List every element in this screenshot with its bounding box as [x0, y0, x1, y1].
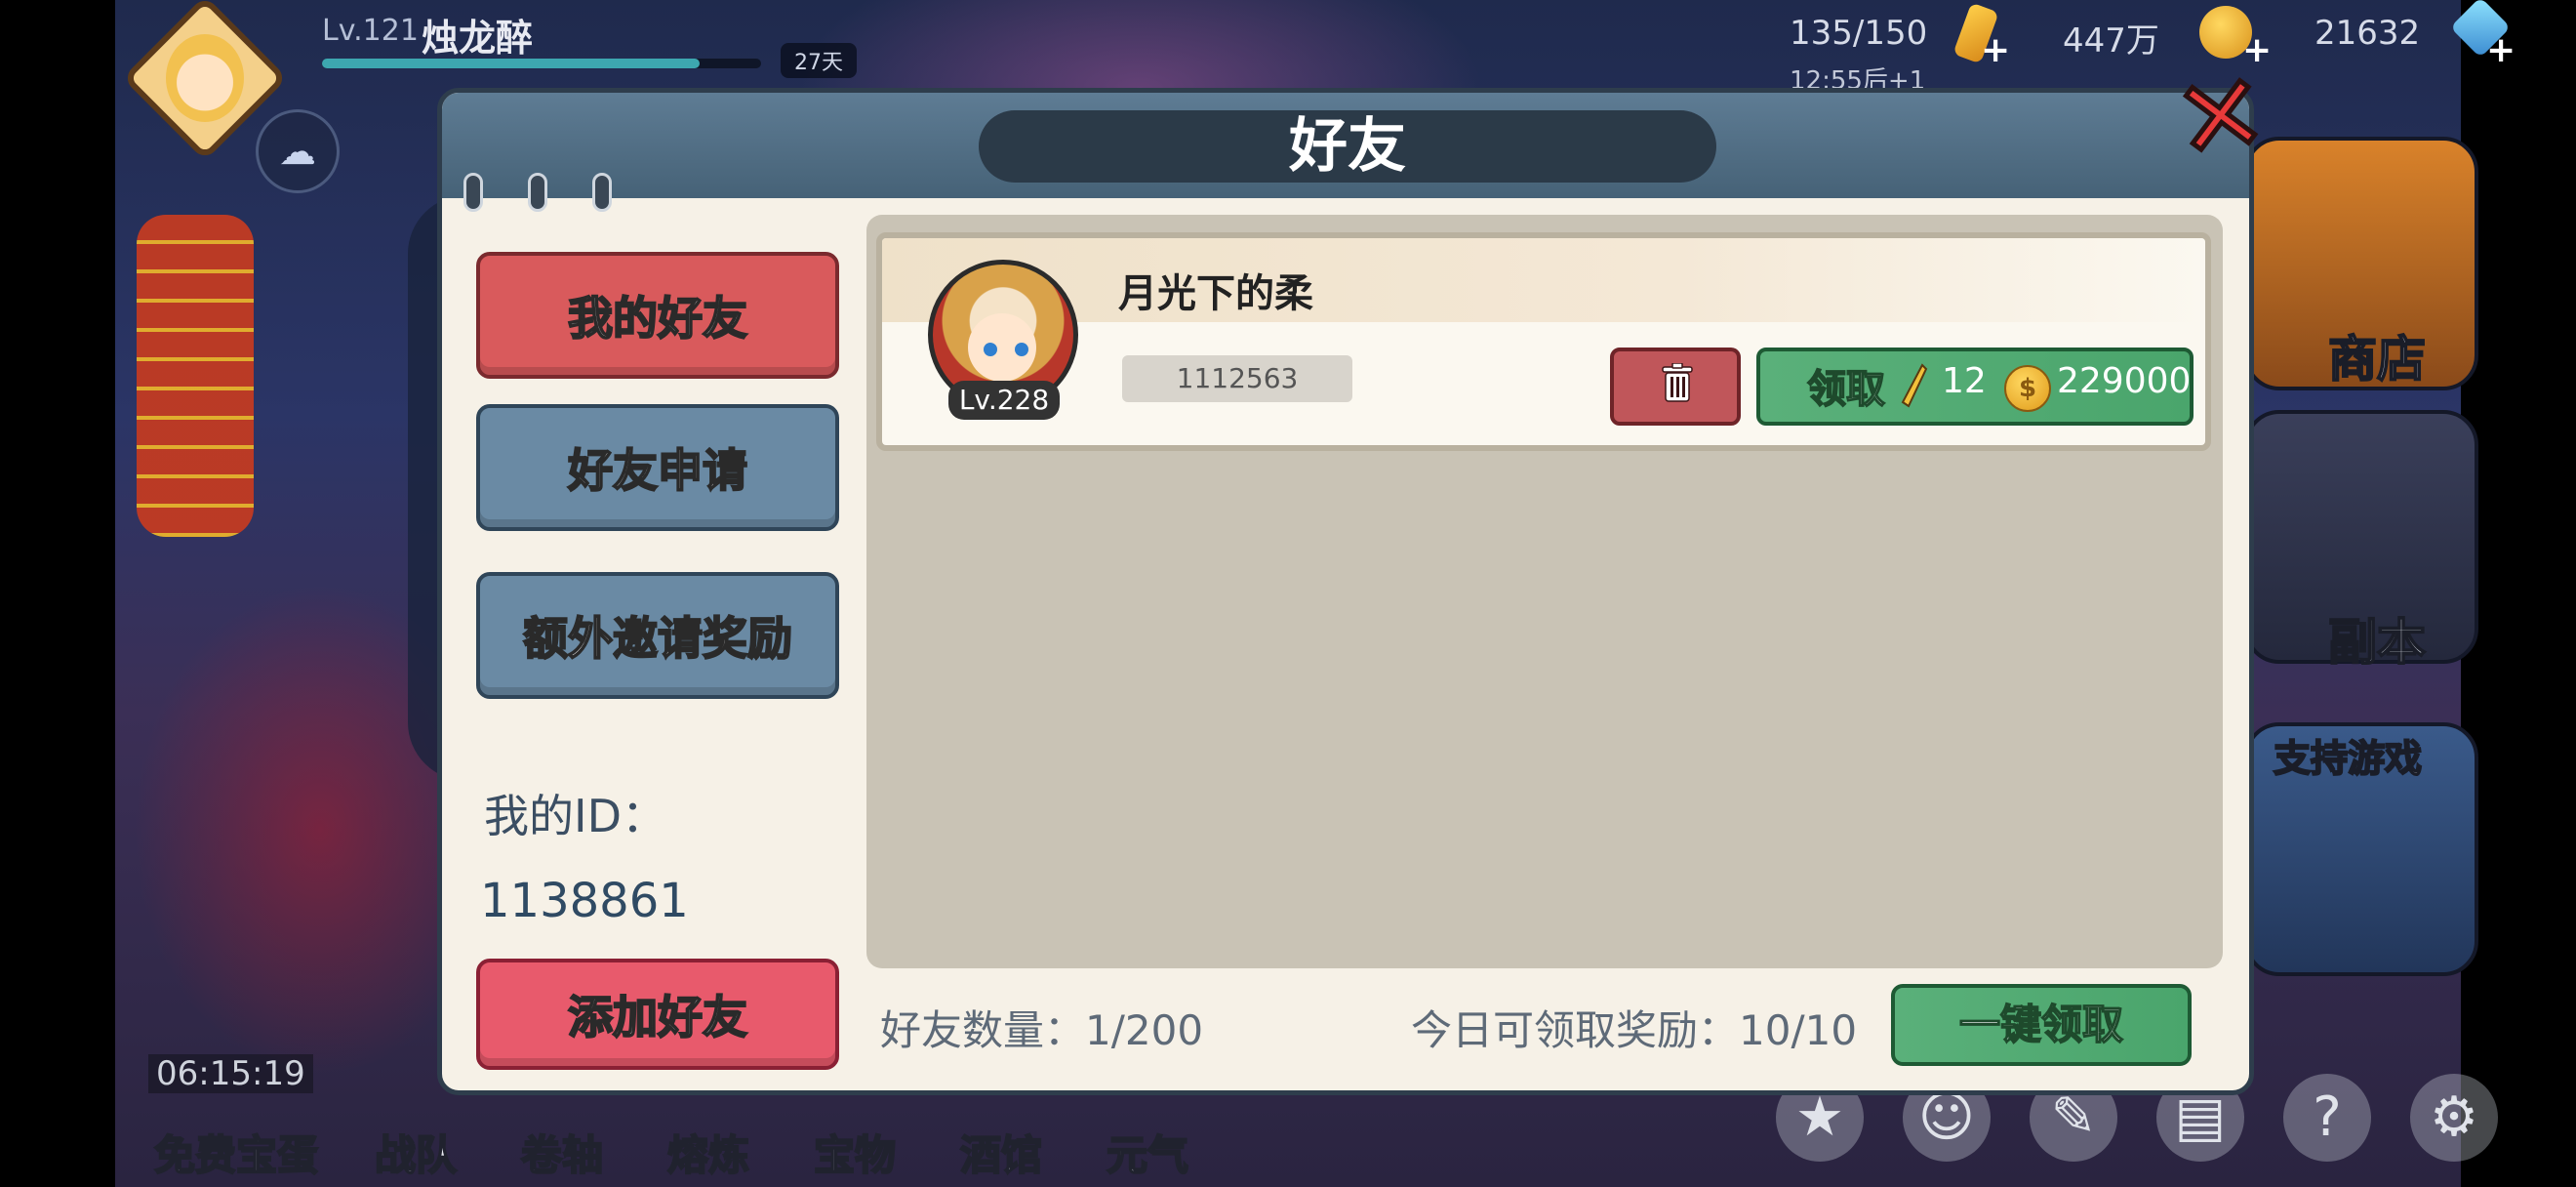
claim-all-button[interactable]: 一键领取: [1891, 984, 2192, 1066]
player-avatar[interactable]: [166, 34, 244, 122]
add-stamina-button[interactable]: +: [1981, 33, 2012, 68]
friend-id: 1112563: [1122, 355, 1352, 402]
trash-icon: [1662, 363, 1693, 402]
friend-avatar-eye: [984, 343, 997, 356]
egg-timer: 06:15:19: [148, 1054, 313, 1093]
claim-label: 领取: [1806, 366, 1886, 413]
nav-vigor[interactable]: 元气: [1106, 1123, 1189, 1182]
gold-coin-icon: $: [2004, 365, 2051, 412]
nav-free-egg[interactable]: 免费宝蛋: [153, 1123, 319, 1182]
friend-card-header: [882, 238, 2205, 322]
notch-decoration: [528, 173, 547, 212]
stamina-value: 135/150: [1790, 14, 1928, 53]
reward-gold-amount: 229000: [2057, 361, 2192, 401]
reward-stamina-amount: 12: [1942, 361, 1987, 401]
notch-decoration: [592, 173, 612, 212]
nav-tavern[interactable]: 酒馆: [959, 1123, 1043, 1182]
friend-level-badge: Lv.228: [948, 381, 1060, 420]
dialog-title: 好友: [1289, 112, 1406, 181]
tab-my-friends[interactable]: 我的好友: [476, 252, 839, 379]
nav-smelt[interactable]: 熔炼: [666, 1123, 750, 1182]
help-icon[interactable]: ?: [2283, 1074, 2371, 1162]
feather-icon: [1901, 363, 1928, 408]
friend-avatar-eye: [1015, 343, 1028, 356]
friend-name: 月光下的柔: [1118, 271, 1313, 316]
tab-invite-rewards[interactable]: 额外邀请奖励: [476, 572, 839, 699]
player-level: Lv.121: [322, 14, 419, 48]
gem-value: 21632: [2314, 14, 2421, 53]
player-name: 烛龙醉: [422, 17, 534, 60]
support-game-label: 支持游戏: [2273, 736, 2423, 781]
exp-bar-fill: [322, 59, 700, 68]
nav-team[interactable]: 战队: [374, 1123, 458, 1182]
tab-friend-requests[interactable]: 好友申请: [476, 404, 839, 531]
settings-gear-icon[interactable]: ⚙: [2410, 1074, 2498, 1162]
add-gem-button[interactable]: +: [2486, 33, 2517, 68]
close-icon[interactable]: ✕: [2165, 47, 2276, 188]
event-days-badge[interactable]: 27天: [781, 43, 857, 78]
my-id-value: 1138861: [480, 874, 689, 928]
add-friend-button[interactable]: 添加好友: [476, 959, 839, 1070]
nav-treasure[interactable]: 宝物: [813, 1123, 897, 1182]
cloud-sync-icon[interactable]: ☁: [256, 109, 340, 193]
firecracker-decoration: [137, 215, 254, 537]
friend-count: 好友数量：1/200: [880, 1006, 1204, 1054]
dungeon-label: 副本: [2327, 613, 2427, 672]
gold-value: 447万: [2063, 21, 2159, 61]
shop-label: 商店: [2327, 330, 2427, 389]
notch-decoration: [463, 173, 483, 212]
nav-scroll[interactable]: 卷轴: [520, 1123, 604, 1182]
today-rewards-count: 今日可领取奖励：10/10: [1411, 1006, 1858, 1054]
exp-bar: [322, 59, 761, 68]
my-id-label: 我的ID：: [484, 790, 666, 842]
